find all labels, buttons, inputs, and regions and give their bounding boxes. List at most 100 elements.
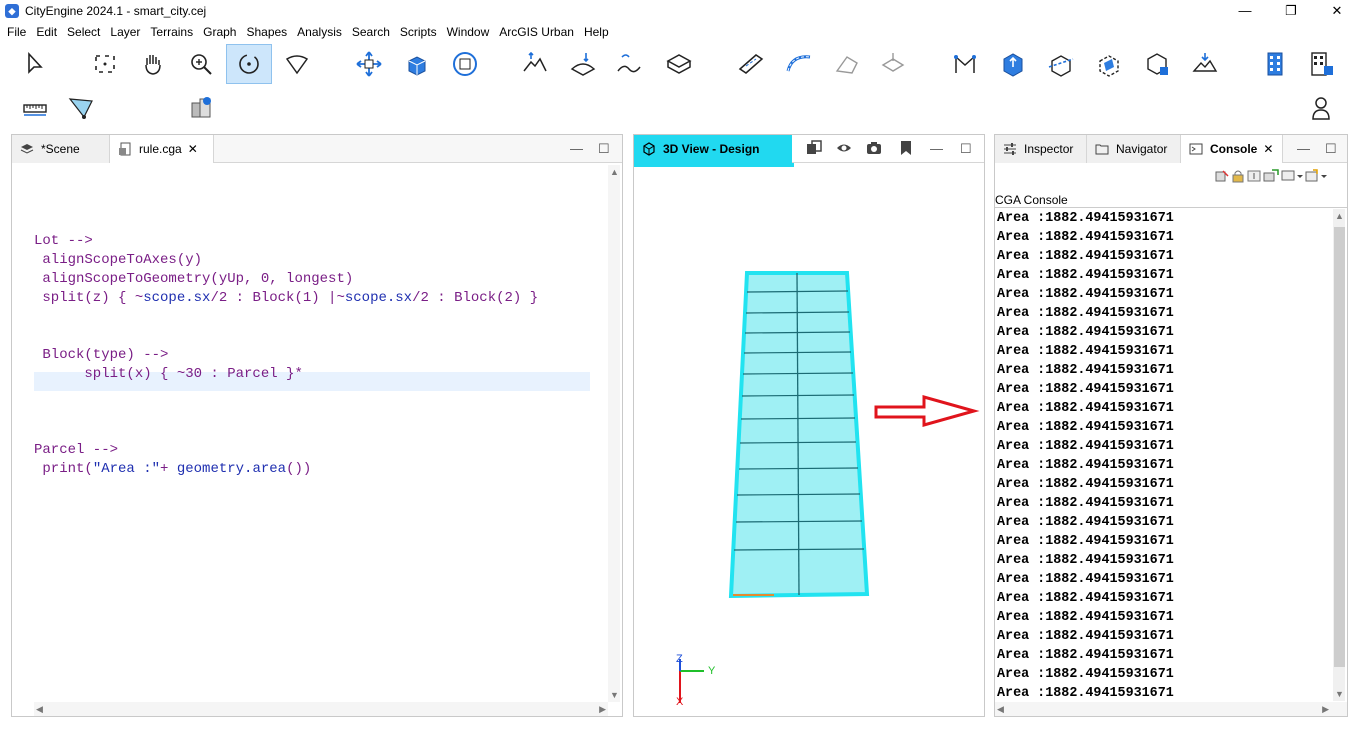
console-line: Area :1882.49415931671 — [997, 325, 1174, 340]
generate-models-icon[interactable] — [178, 88, 224, 128]
pan-hand-icon[interactable] — [130, 44, 176, 84]
menu-search[interactable]: Search — [347, 22, 395, 42]
tab-inspector[interactable]: Inspector — [995, 135, 1087, 163]
close-button[interactable]: ✕ — [1314, 0, 1360, 22]
new-console-icon[interactable] — [1305, 169, 1327, 186]
menu-select[interactable]: Select — [62, 22, 105, 42]
terrain-smooth-icon[interactable] — [606, 44, 652, 84]
menu-analysis[interactable]: Analysis — [292, 22, 347, 42]
display-console-icon[interactable] — [1281, 169, 1303, 186]
rotate-tool-icon[interactable] — [442, 44, 488, 84]
maximize-pane-icon[interactable]: ☐ — [960, 141, 972, 157]
paint-shape-icon[interactable] — [1134, 44, 1180, 84]
tab-scene-label: *Scene — [41, 142, 80, 156]
terrain-align-icon[interactable] — [1182, 44, 1228, 84]
scroll-right-icon[interactable]: ▶ — [599, 704, 606, 715]
scroll-down-icon[interactable]: ▼ — [610, 690, 619, 700]
pin-console-icon[interactable] — [1263, 169, 1279, 186]
console-output[interactable]: Area :1882.49415931671 Area :1882.4941593… — [997, 209, 1174, 703]
measure-icon[interactable] — [12, 88, 58, 128]
scale-tool-icon[interactable] — [394, 44, 440, 84]
tab-rule-cga-label: rule.cga — [139, 142, 182, 156]
menu-graph[interactable]: Graph — [198, 22, 241, 42]
minimize-pane-icon[interactable]: — — [1297, 141, 1310, 156]
extrude-icon[interactable] — [990, 44, 1036, 84]
console-horizontal-scrollbar[interactable]: ◀ ▶ — [995, 702, 1347, 716]
maximize-pane-icon[interactable]: ☐ — [598, 141, 610, 157]
polygon-street-icon[interactable] — [824, 44, 870, 84]
console-icon — [1189, 142, 1203, 156]
orbit-tool-icon[interactable] — [226, 44, 272, 84]
user-account-icon[interactable] — [1298, 88, 1344, 128]
title-bar: ◆ CityEngine 2024.1 - smart_city.cej — ❐… — [0, 0, 1360, 22]
scroll-lock-icon[interactable] — [1247, 169, 1261, 186]
minimize-button[interactable]: — — [1222, 0, 1268, 22]
select-tool-icon[interactable] — [12, 44, 58, 84]
editor-vertical-scrollbar[interactable]: ▲ ▼ — [608, 165, 620, 702]
terrain-lower-icon[interactable] — [560, 44, 606, 84]
tab-rule-cga[interactable]: rule.cga ✕ — [110, 135, 214, 163]
code-text[interactable]: Lot --> alignScopeToAxes(y) alignScopeTo… — [34, 213, 538, 479]
curved-street-icon[interactable] — [776, 44, 822, 84]
tab-3d-view-label: 3D View - Design — [663, 142, 760, 156]
tab-navigator[interactable]: Navigator — [1087, 135, 1181, 163]
code-line: Block(type) --> — [34, 346, 538, 365]
menu-terrains[interactable]: Terrains — [145, 22, 198, 42]
eye-icon[interactable] — [836, 140, 852, 159]
menu-help[interactable]: Help — [579, 22, 614, 42]
console-line: Area :1882.49415931671 — [997, 458, 1174, 473]
move-tool-icon[interactable] — [346, 44, 392, 84]
scroll-down-icon[interactable]: ▼ — [1335, 689, 1344, 699]
building-icon[interactable] — [1252, 44, 1298, 84]
scroll-right-icon[interactable]: ▶ — [1322, 704, 1329, 715]
building-settings-icon[interactable] — [1298, 44, 1344, 84]
viewport-canvas[interactable] — [634, 167, 984, 717]
console-vertical-scrollbar[interactable]: ▲ ▼ — [1333, 209, 1345, 701]
maximize-pane-icon[interactable]: ☐ — [1325, 141, 1337, 157]
camera-icon[interactable] — [866, 140, 882, 159]
zoom-icon[interactable] — [178, 44, 224, 84]
menu-edit[interactable]: Edit — [31, 22, 62, 42]
menu-window[interactable]: Window — [442, 22, 495, 42]
menu-shapes[interactable]: Shapes — [241, 22, 292, 42]
maximize-button[interactable]: ❐ — [1268, 0, 1314, 22]
minimize-pane-icon[interactable]: — — [930, 141, 943, 156]
scroll-left-icon[interactable]: ◀ — [36, 704, 43, 715]
menu-arcgis-urban[interactable]: ArcGIS Urban — [494, 22, 579, 42]
scroll-up-icon[interactable]: ▲ — [610, 167, 619, 177]
menu-scripts[interactable]: Scripts — [395, 22, 442, 42]
shape-create-icon[interactable] — [870, 44, 916, 84]
code-token: alignScopeToAxes(y) — [34, 252, 203, 268]
editor-horizontal-scrollbar[interactable]: ◀ ▶ — [34, 702, 608, 716]
viewshed-icon[interactable] — [58, 88, 104, 128]
code-line: alignScopeToGeometry(yUp, 0, longest) — [34, 270, 538, 289]
bookmark-icon[interactable] — [898, 140, 914, 159]
lot-shape[interactable] — [728, 271, 870, 599]
clear-console-icon[interactable] — [1215, 169, 1229, 186]
terrain-flatten-icon[interactable] — [656, 44, 702, 84]
lasso-icon[interactable] — [274, 44, 320, 84]
tab-3d-view[interactable]: 3D View - Design — [634, 135, 792, 163]
console-line: Area :1882.49415931671 — [997, 553, 1174, 568]
offset-shape-icon[interactable] — [1038, 44, 1084, 84]
scrollbar-thumb[interactable] — [1334, 227, 1345, 667]
lock-icon[interactable] — [1231, 169, 1245, 186]
close-tab-icon[interactable]: ✕ — [188, 142, 198, 156]
menu-file[interactable]: File — [2, 22, 31, 42]
layers-icon — [20, 142, 34, 156]
close-tab-icon[interactable]: ✕ — [1263, 142, 1273, 156]
scroll-up-icon[interactable]: ▲ — [1335, 211, 1344, 221]
split-shape-icon[interactable] — [1086, 44, 1132, 84]
menu-layer[interactable]: Layer — [105, 22, 145, 42]
tab-scene[interactable]: *Scene — [12, 135, 110, 163]
scroll-left-icon[interactable]: ◀ — [997, 704, 1004, 715]
console-tabbar: Inspector Navigator Console ✕ — [995, 135, 1347, 163]
tab-console[interactable]: Console ✕ — [1181, 135, 1283, 163]
minimize-pane-icon[interactable]: — — [570, 141, 583, 156]
edit-shape-icon[interactable] — [942, 44, 988, 84]
view-settings-icon[interactable] — [806, 140, 822, 159]
frame-select-icon[interactable] — [82, 44, 128, 84]
terrain-raise-icon[interactable] — [512, 44, 558, 84]
street-tool-icon[interactable] — [728, 44, 774, 84]
